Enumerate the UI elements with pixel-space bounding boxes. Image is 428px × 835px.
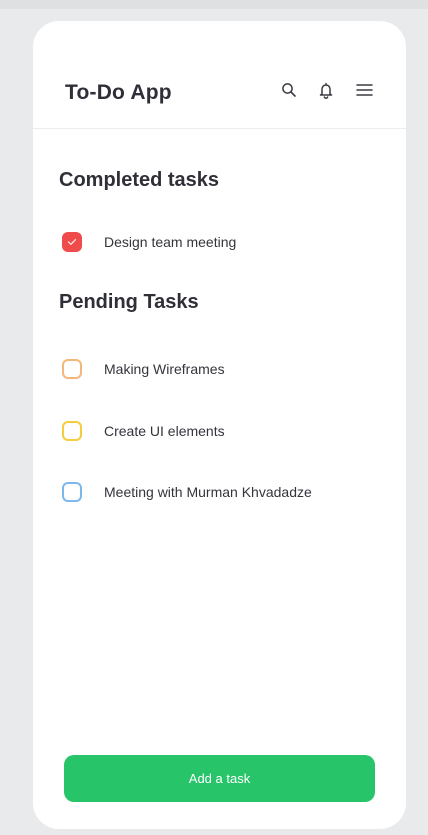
task-checkbox[interactable] (62, 359, 82, 379)
task-checkbox[interactable] (62, 482, 82, 502)
app-card: To-Do App Completed tasks Design team me… (33, 21, 406, 829)
add-task-button[interactable]: Add a task (64, 755, 375, 802)
task-checkbox[interactable] (62, 421, 82, 441)
task-label: Create UI elements (104, 423, 225, 439)
task-item[interactable]: Design team meeting (62, 229, 236, 255)
app-title: To-Do App (65, 81, 172, 104)
task-label: Design team meeting (104, 234, 237, 250)
task-item[interactable]: Meeting with Murman Khvadadze (62, 479, 312, 505)
menu-button[interactable] (353, 79, 375, 101)
menu-icon (355, 84, 373, 96)
window-top-bar (0, 0, 428, 9)
task-label: Making Wireframes (104, 361, 225, 377)
task-checkbox-checked[interactable] (62, 232, 82, 252)
search-icon (282, 83, 296, 97)
search-button[interactable] (278, 79, 300, 101)
task-label: Meeting with Murman Khvadadze (104, 484, 312, 500)
completed-section-title: Completed tasks (59, 169, 220, 191)
bell-icon (319, 82, 333, 99)
app-header: To-Do App (33, 21, 406, 129)
checkmark-icon (67, 238, 77, 245)
task-item[interactable]: Making Wireframes (62, 356, 225, 382)
task-item[interactable]: Create UI elements (62, 418, 225, 444)
notifications-button[interactable] (315, 79, 337, 101)
pending-section-title: Pending Tasks (59, 291, 199, 313)
